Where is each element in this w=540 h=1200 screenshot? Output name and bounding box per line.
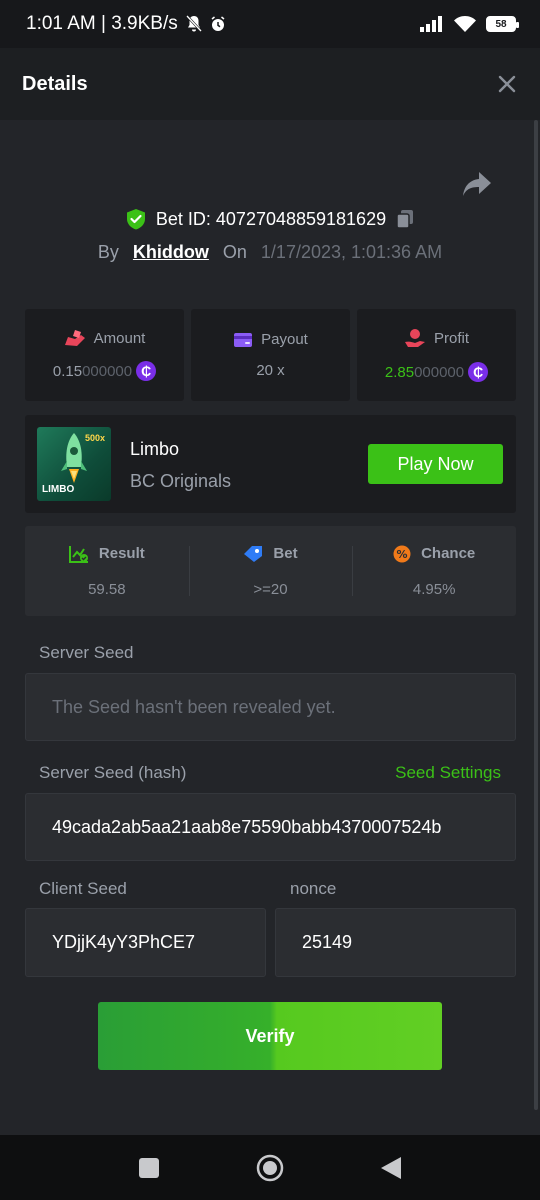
server-seed-label: Server Seed [39,643,134,662]
result-value: 59.58 [88,580,126,598]
server-seed-field: The Seed hasn't been revealed yet. [25,673,516,741]
chance-label-row: % Chance [393,545,475,563]
profit-value-dim: 000000 [414,363,465,381]
chance-label: Chance [421,545,476,562]
status-right: 58 [420,16,519,32]
on-label: On [222,242,247,262]
profit-card: Profit 2.85000000 ₵ [357,309,516,401]
amount-value-dim: 000000 [82,362,133,380]
profit-hand-icon [404,329,425,347]
profit-value-main: 2.85 [384,363,415,381]
client-seed-label: Client Seed [39,879,127,898]
home-icon[interactable] [256,1154,284,1182]
amount-card: Amount 0.15000000 ₵ [25,309,184,401]
server-hash-label: Server Seed (hash) [39,763,187,782]
amount-label-row: Amount [64,329,146,347]
copy-icon[interactable] [396,209,414,229]
client-seed-field[interactable]: YDjjK4yY3PhCE7 [25,908,266,977]
tag-icon [244,545,263,562]
chance-value: 4.95% [412,580,456,598]
money-hand-icon [64,330,85,346]
mute-bell-icon [185,15,202,32]
bet-id-row: Bet ID: 40727048859181629 [0,208,540,230]
game-provider: BC Originals [130,471,232,491]
nonce-label: nonce [290,879,337,898]
amount-value: 0.15000000 ₵ [52,361,157,381]
percent-icon: % [393,545,411,562]
wifi-icon [454,16,476,32]
profit-label: Profit [433,329,469,347]
result-label: Result [98,545,145,562]
details-header: Details [0,48,540,120]
payout-value: 20 x [256,362,285,379]
limbo-thumbnail[interactable]: 500x LIMBO [37,427,111,501]
close-icon [498,75,516,93]
page-title: Details [22,72,88,95]
game-name: Limbo [130,439,180,459]
payout-card: Payout 20 x [191,309,350,401]
battery-level: 58 [495,18,507,30]
shield-check-icon [126,209,145,230]
coin-icon: ₵ [468,362,489,382]
bet-value: >=20 [253,580,288,598]
back-icon[interactable] [380,1156,402,1180]
server-hash-field[interactable]: 49cada2ab5aa21aab8e75590babb4370007524b [25,793,516,861]
details-content [0,120,540,1135]
result-panel: Result 59.58 Bet >=20 % Chance 4.95% [25,526,516,616]
battery-icon: 58 [486,16,519,32]
verify-button[interactable]: Verify [98,1002,442,1070]
seed-settings-link[interactable]: Seed Settings [395,763,501,783]
share-icon[interactable] [462,170,492,198]
status-time-speed: 1:01 AM | 3.9KB/s [26,13,178,34]
alarm-icon [211,16,225,31]
payout-label-row: Payout [233,331,308,348]
bet-label: Bet [273,545,298,562]
payout-label: Payout [261,331,308,348]
bet-datetime: 1/17/2023, 1:01:36 AM [260,242,443,262]
chart-check-icon [68,545,88,563]
by-label: By [97,242,119,262]
wallet-icon [234,332,253,347]
amount-label: Amount [93,329,146,347]
play-now-button[interactable]: Play Now [368,444,503,484]
thumb-badge: 500x [84,433,105,443]
result-column: Result 59.58 [25,526,189,616]
chance-column: % Chance 4.95% [352,526,516,616]
android-nav-bar [0,1135,540,1200]
thumb-logo: LIMBO [42,484,75,495]
close-button[interactable] [498,69,516,99]
amount-value-main: 0.15 [52,362,83,380]
status-left: 1:01 AM | 3.9KB/s [26,13,226,35]
game-card: 500x LIMBO Limbo BC Originals Play Now [25,415,516,513]
svg-text:%: % [397,548,408,561]
signal-icon [420,16,442,32]
recents-icon[interactable] [138,1157,160,1179]
bet-label-row: Bet [243,545,298,563]
coin-icon: ₵ [136,361,157,381]
bet-meta-row: By Khiddow On 1/17/2023, 1:01:36 AM [0,242,540,263]
profit-value: 2.85000000 ₵ [384,362,489,382]
bet-column: Bet >=20 [188,526,353,616]
result-label-row: Result [68,545,145,563]
status-bar: 1:01 AM | 3.9KB/s 58 [0,0,540,48]
username-link[interactable]: Khiddow [133,242,209,263]
bet-id: Bet ID: 40727048859181629 [155,208,387,229]
scrollbar[interactable] [534,120,538,1110]
profit-label-row: Profit [404,328,469,348]
nonce-field[interactable]: 25149 [275,908,516,977]
